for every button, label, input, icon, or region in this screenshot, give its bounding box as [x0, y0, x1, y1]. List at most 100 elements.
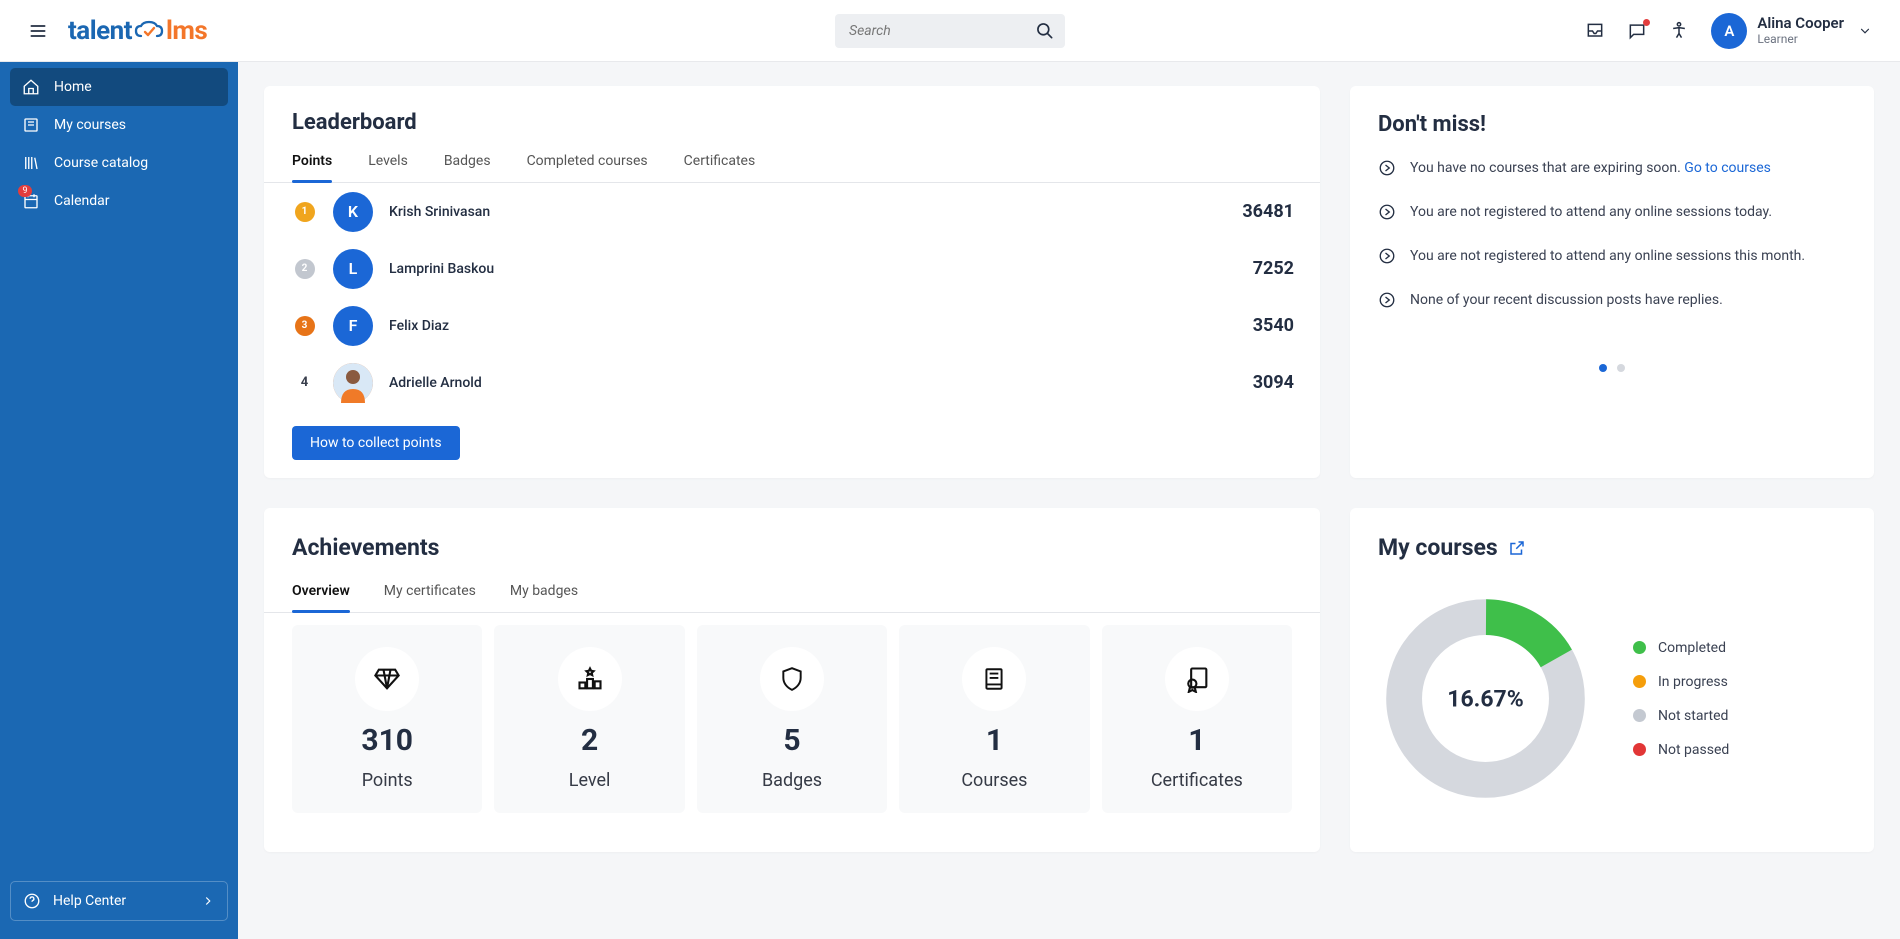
stat-courses: 1 Courses: [899, 625, 1089, 813]
notice-item: You are not registered to attend any onl…: [1378, 247, 1846, 265]
accessibility-icon[interactable]: [1669, 21, 1689, 41]
stat-value: 310: [361, 723, 413, 758]
main-content: Leaderboard Points Levels Badges Complet…: [238, 62, 1900, 939]
leaderboard-row: 4 Adrielle Arnold 3094: [292, 354, 1304, 411]
stat-value: 1: [1188, 723, 1205, 758]
tab-points[interactable]: Points: [292, 153, 332, 182]
legend-dot: [1633, 675, 1646, 688]
arrow-circle-icon: [1378, 247, 1396, 265]
arrow-circle-icon: [1378, 203, 1396, 221]
sidebar-label: Calendar: [54, 193, 110, 209]
notice-text: None of your recent discussion posts hav…: [1410, 292, 1723, 308]
notification-dot: [1643, 19, 1650, 26]
notice-text: You are not registered to attend any onl…: [1410, 204, 1772, 220]
help-center-button[interactable]: Help Center: [10, 881, 228, 921]
home-icon: [22, 78, 40, 96]
notice-text: You have no courses that are expiring so…: [1410, 160, 1771, 176]
stat-level: 2 Level: [494, 625, 684, 813]
leaderboard-score: 36481: [1242, 201, 1304, 222]
tab-my-certificates[interactable]: My certificates: [384, 583, 476, 612]
leaderboard-rows[interactable]: 1 K Krish Srinivasan 36481 2 L Lamprini …: [264, 183, 1320, 418]
shield-icon: [760, 647, 824, 711]
inbox-icon[interactable]: [1585, 21, 1605, 41]
stat-label: Level: [569, 770, 611, 791]
external-link-icon[interactable]: [1508, 539, 1526, 557]
arrow-circle-icon: [1378, 159, 1396, 177]
tab-certificates[interactable]: Certificates: [684, 153, 756, 182]
leaderboard-row: 2 L Lamprini Baskou 7252: [292, 240, 1304, 297]
messages-icon[interactable]: [1627, 21, 1647, 41]
achievements-title: Achievements: [264, 534, 1320, 561]
sidebar: Home My courses Course catalog 9 Calenda…: [0, 62, 238, 939]
legend-item: Not started: [1633, 708, 1729, 724]
tab-levels[interactable]: Levels: [368, 153, 408, 182]
leaderboard-name: Krish Srinivasan: [389, 204, 1226, 220]
leaderboard-row: 3 F Felix Diaz 3540: [292, 297, 1304, 354]
my-courses-title: My courses: [1378, 534, 1498, 561]
achievements-tabs: Overview My certificates My badges: [264, 583, 1320, 613]
legend-dot: [1633, 641, 1646, 654]
logo-part1: talent: [68, 16, 132, 46]
sidebar-item-catalog[interactable]: Course catalog: [10, 144, 228, 182]
stat-label: Certificates: [1151, 770, 1243, 791]
dont-miss-card: Don't miss! You have no courses that are…: [1350, 86, 1874, 478]
legend-item: Completed: [1633, 640, 1729, 656]
collect-points-button[interactable]: How to collect points: [292, 426, 460, 460]
leaderboard-tabs: Points Levels Badges Completed courses C…: [264, 153, 1320, 183]
help-icon: [23, 892, 41, 910]
achievement-stats: 310 Points 2 Level 5 Badges 1 Courses: [264, 613, 1320, 813]
leaderboard-avatar: K: [333, 192, 373, 232]
stat-points: 310 Points: [292, 625, 482, 813]
catalog-icon: [22, 154, 40, 172]
courses-icon: [22, 116, 40, 134]
stat-badges: 5 Badges: [697, 625, 887, 813]
leaderboard-score: 7252: [1253, 258, 1304, 279]
leaderboard-score: 3094: [1253, 372, 1304, 393]
diamond-icon: [355, 647, 419, 711]
rank-medal-gold: 1: [295, 202, 315, 222]
notice-item: You have no courses that are expiring so…: [1378, 159, 1846, 177]
logo[interactable]: talent lms: [68, 16, 207, 46]
donut-legend: Completed In progress Not started Not pa…: [1633, 640, 1729, 758]
carousel-dot[interactable]: [1617, 364, 1625, 372]
menu-toggle[interactable]: [18, 21, 58, 41]
sidebar-item-home[interactable]: Home: [10, 68, 228, 106]
calendar-badge: 9: [18, 185, 32, 197]
stat-certificates: 1 Certificates: [1102, 625, 1292, 813]
sidebar-list: Home My courses Course catalog 9 Calenda…: [0, 62, 238, 226]
carousel-dot[interactable]: [1599, 364, 1607, 372]
go-to-courses-link[interactable]: Go to courses: [1684, 160, 1771, 176]
stat-label: Points: [362, 770, 413, 791]
sidebar-item-calendar[interactable]: 9 Calendar: [10, 182, 228, 220]
user-role: Learner: [1757, 32, 1844, 46]
stat-value: 1: [986, 723, 1003, 758]
tab-overview[interactable]: Overview: [292, 583, 350, 612]
rank-number: 4: [292, 375, 317, 390]
chevron-down-icon: [1858, 24, 1872, 38]
leaderboard-card: Leaderboard Points Levels Badges Complet…: [264, 86, 1320, 478]
logo-part2: lms: [166, 16, 207, 46]
tab-badges[interactable]: Badges: [444, 153, 491, 182]
search-input[interactable]: [835, 14, 1065, 48]
tab-completed[interactable]: Completed courses: [527, 153, 648, 182]
leaderboard-name: Felix Diaz: [389, 318, 1237, 334]
search-icon[interactable]: [1035, 21, 1055, 41]
sidebar-label: My courses: [54, 117, 126, 133]
avatar: A: [1711, 13, 1747, 49]
leaderboard-avatar: [333, 363, 373, 403]
top-bar: talent lms A Alina Cooper Learner: [0, 0, 1900, 62]
legend-item: Not passed: [1633, 742, 1729, 758]
notice-text: You are not registered to attend any onl…: [1410, 248, 1805, 264]
sidebar-label: Course catalog: [54, 155, 148, 171]
leaderboard-avatar: L: [333, 249, 373, 289]
tab-my-badges[interactable]: My badges: [510, 583, 578, 612]
leaderboard-title: Leaderboard: [264, 110, 1320, 135]
completion-percent: 16.67%: [1447, 685, 1523, 712]
logo-cloud-icon: [134, 20, 164, 42]
notice-item: You are not registered to attend any onl…: [1378, 203, 1846, 221]
legend-dot: [1633, 743, 1646, 756]
sidebar-item-my-courses[interactable]: My courses: [10, 106, 228, 144]
user-name: Alina Cooper: [1757, 14, 1844, 32]
leaderboard-row: 1 K Krish Srinivasan 36481: [292, 183, 1304, 240]
user-menu[interactable]: A Alina Cooper Learner: [1711, 13, 1872, 49]
